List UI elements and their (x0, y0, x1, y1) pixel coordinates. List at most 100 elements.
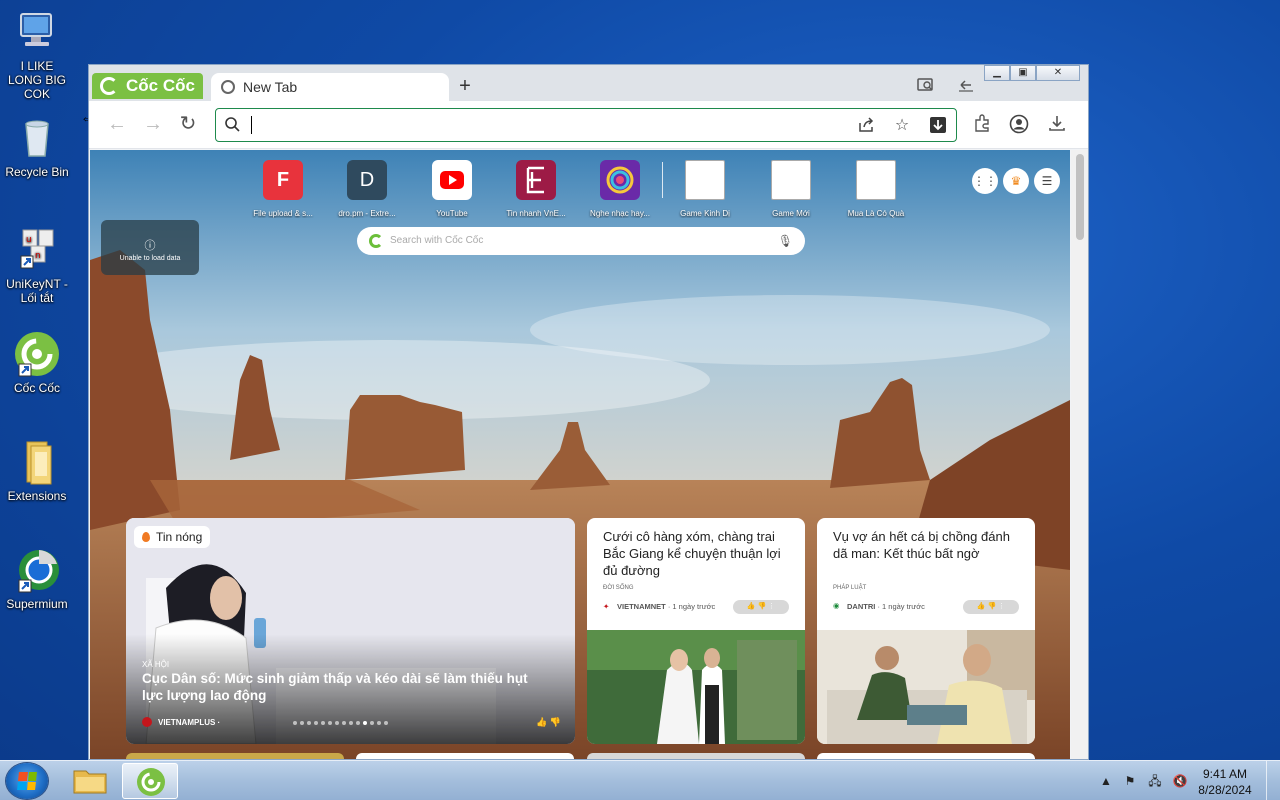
sidebar-toggle-icon[interactable] (955, 77, 977, 95)
desktop-icon-computer[interactable]: I LIKE LONG BIG COK (2, 8, 72, 101)
news-card-title[interactable]: Vụ vợ án hết cá bị chồng đánh dã man: Kế… (833, 528, 1023, 562)
like-dislike-icons[interactable]: 👍 👎 (536, 717, 561, 728)
extensions-icon[interactable] (971, 114, 993, 136)
start-button[interactable] (6, 763, 48, 799)
hero-title[interactable]: Cục Dân số: Mức sinh giảm thấp và kéo dà… (142, 670, 552, 704)
next-row-card-peek (356, 753, 574, 759)
page-scrollbar[interactable] (1071, 150, 1088, 759)
carousel-dot[interactable] (370, 721, 374, 725)
broken-image-icon (685, 160, 725, 200)
carousel-dot[interactable] (293, 721, 297, 725)
carousel-dot[interactable] (356, 721, 360, 725)
carousel-dot[interactable] (342, 721, 346, 725)
next-row-card-peek (587, 753, 805, 759)
speed-dial-label: dro.pm - Extre... (338, 209, 396, 218)
downloads-icon[interactable] (1046, 114, 1068, 136)
carousel-dot[interactable] (328, 721, 332, 725)
speed-dial-youtube[interactable]: YouTube (412, 160, 492, 218)
apps-grid-button[interactable]: ⋮⋮ (972, 168, 998, 194)
profile-icon[interactable] (1008, 114, 1030, 136)
carousel-dot[interactable] (321, 721, 325, 725)
show-hidden-icons-button[interactable]: ▲ (1098, 773, 1114, 789)
speed-dial-nghe-nhac[interactable]: Nghe nhạc hay... (580, 160, 660, 218)
desktop-icon-extensions[interactable]: Extensions (2, 438, 72, 503)
hero-news-card[interactable]: Tin nóng XÃ HỘI Cục Dân số: Mức sinh giả… (126, 518, 575, 744)
taskbar: ▲ ⚑ 🖧 🔇 9:41 AM 8/28/2024 (0, 760, 1280, 800)
crown-rewards-button[interactable]: ♛ (1003, 168, 1029, 194)
volume-muted-icon[interactable]: 🔇 (1172, 773, 1188, 789)
desktop-icon-coccoc[interactable]: Cốc Cốc (2, 330, 72, 395)
coccoc-icon (13, 330, 61, 378)
scrollbar-thumb[interactable] (1076, 154, 1084, 240)
carousel-dot[interactable] (377, 721, 381, 725)
carousel-dots[interactable] (293, 721, 388, 725)
carousel-dot[interactable] (314, 721, 318, 725)
reaction-pill[interactable]: 👍 👎 ⋮ (963, 600, 1019, 614)
search-placeholder: Search with Cốc Cốc (390, 235, 484, 246)
bookmark-star-icon[interactable]: ☆ (892, 116, 912, 136)
new-tab-button[interactable]: + (453, 75, 477, 99)
news-card-title[interactable]: Cưới cô hàng xóm, chàng trai Bắc Giang k… (603, 528, 793, 579)
minimize-button[interactable]: ▁ (984, 65, 1010, 81)
desktop-icon-label: Supermium (6, 597, 68, 611)
taskbar-coccoc-button[interactable] (122, 763, 178, 799)
search-icon (224, 116, 240, 132)
news-card-source: ◉ DANTRI · 1 ngày trước (833, 601, 925, 611)
desktop-icon-recycle-bin[interactable]: Recycle Bin (2, 114, 72, 179)
speed-dial-game-kinh-di[interactable]: Game Kinh Dị (665, 160, 745, 218)
coccoc-search-box[interactable]: Search with Cốc Cốc 🎙 (357, 227, 805, 255)
share-icon[interactable] (856, 116, 876, 136)
carousel-dot[interactable] (335, 721, 339, 725)
taskbar-explorer-button[interactable] (62, 763, 118, 799)
speed-dial-dro-pm[interactable]: D dro.pm - Extre... (327, 160, 407, 218)
microphone-icon[interactable]: 🎙 (778, 227, 793, 255)
tab-title: New Tab (243, 79, 298, 95)
reload-button[interactable]: ↻ (176, 113, 200, 137)
coccoc-search-logo-icon (369, 234, 383, 248)
close-button[interactable]: ✕ (1036, 65, 1080, 81)
news-card-2[interactable]: Vụ vợ án hết cá bị chồng đánh dã man: Kế… (817, 518, 1035, 744)
music-disc-icon (600, 160, 640, 200)
speed-dial-label: Tin nhanh VnE... (506, 209, 566, 218)
search-tabs-icon[interactable] (915, 77, 937, 95)
system-clock[interactable]: 9:41 AM 8/28/2024 (1192, 766, 1258, 798)
text-caret (251, 116, 252, 134)
download-page-icon[interactable] (928, 116, 948, 136)
carousel-dot[interactable] (300, 721, 304, 725)
forward-button[interactable]: → (141, 113, 165, 137)
desktop-icon-label: Recycle Bin (5, 165, 69, 179)
speed-dial-tile-icon (516, 160, 556, 200)
action-center-flag-icon[interactable]: ⚑ (1122, 773, 1138, 789)
coccoc-logo-button[interactable]: Cốc Cốc (92, 73, 203, 99)
network-icon[interactable]: 🖧 (1147, 773, 1163, 789)
speed-dial-file-upload[interactable]: F File upload & s... (243, 160, 323, 218)
carousel-dot[interactable] (349, 721, 353, 725)
vietnamnet-logo-icon: ✦ (603, 602, 610, 611)
tab-new-tab[interactable]: New Tab (211, 73, 449, 101)
hero-category: XÃ HỘI (142, 660, 170, 669)
speed-dial-game-moi[interactable]: Game Mới (751, 160, 831, 218)
speed-dial-mua-la-co-qua[interactable]: Mua Là Có Quà (836, 160, 916, 218)
desktop-icon-unikey[interactable]: un UniKeyNT - Lối tắt (2, 226, 72, 305)
broken-image-icon (771, 160, 811, 200)
hero-source: VIETNAMPLUS · (142, 717, 220, 727)
speed-dial-label: File upload & s... (253, 209, 313, 218)
address-bar[interactable]: ☆ (215, 108, 957, 142)
carousel-dot[interactable] (363, 721, 367, 725)
show-desktop-button[interactable] (1266, 761, 1280, 800)
svg-text:n: n (35, 251, 41, 261)
new-tab-page: F File upload & s... D dro.pm - Extre...… (90, 150, 1070, 759)
speed-dial-vnexpress[interactable]: Tin nhanh VnE... (496, 160, 576, 218)
back-button[interactable]: ← (105, 113, 129, 137)
desktop-icon-supermium[interactable]: Supermium (2, 546, 72, 611)
recycle-bin-icon (13, 114, 61, 162)
maximize-button[interactable]: ▣ (1010, 65, 1036, 81)
customize-settings-button[interactable]: ☰ (1034, 168, 1060, 194)
carousel-dot[interactable] (384, 721, 388, 725)
unikey-icon: un (13, 226, 61, 274)
reaction-pill[interactable]: 👍 👎 ⋮ (733, 600, 789, 614)
speed-dial-label: Mua Là Có Quà (847, 209, 905, 218)
speed-dial-tile-icon: F (263, 160, 303, 200)
news-card-1[interactable]: Cưới cô hàng xóm, chàng trai Bắc Giang k… (587, 518, 805, 744)
carousel-dot[interactable] (307, 721, 311, 725)
